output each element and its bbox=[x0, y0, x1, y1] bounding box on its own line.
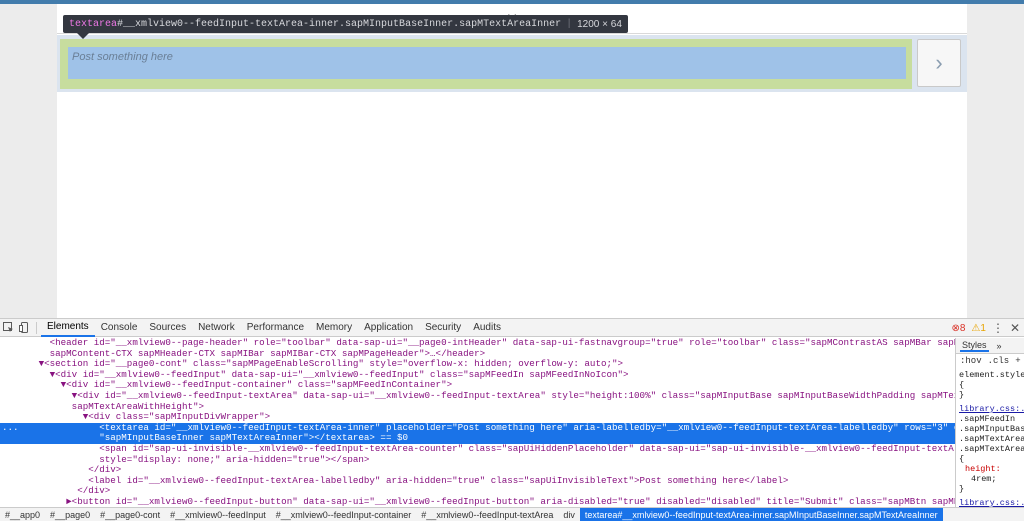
dom-node-text: ▼<div class="sapMInputDivWrapper"> bbox=[0, 411, 271, 423]
rule-source-link[interactable]: library.css:... bbox=[959, 404, 1024, 414]
devtools-tabbar: Elements Console Sources Network Perform… bbox=[0, 319, 1024, 337]
dom-node-text: style="display: none;" aria-hidden="true… bbox=[0, 453, 370, 465]
breadcrumb-item[interactable]: #__app0 bbox=[0, 508, 45, 521]
error-icon: ⊗ bbox=[951, 322, 960, 334]
page-content bbox=[57, 92, 967, 318]
app-shell: Title › bbox=[57, 4, 967, 318]
breadcrumb-item[interactable]: #__xmlview0--feedInput-textArea bbox=[416, 508, 558, 521]
dom-node-line[interactable]: style="display: none;" aria-hidden="true… bbox=[0, 453, 955, 466]
tab-console[interactable]: Console bbox=[95, 319, 144, 337]
hover-state-toggle[interactable]: :hov bbox=[960, 356, 982, 366]
tab-performance[interactable]: Performance bbox=[241, 319, 310, 337]
more-tabs-icon[interactable]: » bbox=[995, 341, 1004, 351]
chevron-right-icon: › bbox=[935, 50, 943, 75]
page-viewport: Title › textarea#__xmlview0--feedInput-t… bbox=[0, 0, 1024, 318]
dom-node-text: "sapMInputBaseInner sapMTextAreaInner"><… bbox=[0, 432, 408, 444]
class-toggle[interactable]: .cls bbox=[988, 356, 1010, 366]
new-rule-button[interactable]: + bbox=[1015, 356, 1020, 366]
dom-node-text: sapMTextAreaWithHeight"> bbox=[0, 400, 204, 412]
rule-selector: .sapMFeedIn .sapMInputBase .sapMTextArea… bbox=[959, 414, 1024, 464]
tab-memory[interactable]: Memory bbox=[310, 319, 358, 337]
css-property[interactable]: height: bbox=[959, 464, 1021, 474]
tooltip-selector: #__xmlview0--feedInput-textArea-inner.sa… bbox=[117, 18, 562, 30]
css-value[interactable]: 4rem; bbox=[959, 474, 1021, 484]
element-style-open: element.style { bbox=[959, 370, 1024, 390]
tooltip-tag: textarea bbox=[69, 18, 118, 30]
devtools-status: ⊗8 ⚠1 ⋮ ✕ bbox=[951, 319, 1020, 337]
styles-filter-bar: :hov .cls + bbox=[956, 354, 1024, 368]
feed-submit-button[interactable]: › bbox=[917, 39, 961, 87]
dom-node-text: <label id="__xmlview0--feedInput-textAre… bbox=[0, 474, 789, 486]
elements-tree: <header id="__xmlview0--page-header" rol… bbox=[0, 338, 955, 508]
dom-node-text: ▼<div id="__xmlview0--feedInput-containe… bbox=[0, 379, 453, 391]
breadcrumb-item[interactable]: div bbox=[558, 508, 580, 521]
dom-node-text: ►<button id="__xmlview0--feedInput-butto… bbox=[0, 495, 955, 507]
warning-badge[interactable]: ⚠1 bbox=[971, 323, 986, 334]
dom-node-text: <span id="sap-ui-invisible-__xmlview0--f… bbox=[0, 442, 955, 454]
tab-audits[interactable]: Audits bbox=[467, 319, 507, 337]
tab-styles[interactable]: Styles bbox=[960, 340, 989, 352]
tab-network[interactable]: Network bbox=[192, 319, 241, 337]
styles-pane: Styles » :hov .cls + element.style { } l… bbox=[955, 338, 1024, 508]
dom-node-text: ▼<div id="__xmlview0--feedInput" data-sa… bbox=[0, 368, 629, 380]
breadcrumb-item[interactable]: textarea#__xmlview0--feedInput-textArea-… bbox=[579, 508, 943, 521]
dom-node-line[interactable]: <label id="__xmlview0--feedInput-textAre… bbox=[0, 474, 955, 487]
warning-count: 1 bbox=[980, 322, 986, 334]
tabbar-divider bbox=[36, 321, 37, 334]
inspect-tooltip: textarea #__xmlview0--feedInput-textArea-… bbox=[63, 15, 628, 33]
feed-input: › bbox=[57, 35, 967, 92]
close-icon[interactable]: ✕ bbox=[1010, 321, 1020, 335]
tooltip-separator: | bbox=[566, 18, 573, 30]
feed-textarea[interactable] bbox=[68, 47, 906, 79]
more-options-icon[interactable]: ⋮ bbox=[992, 321, 1004, 335]
styles-tabbar: Styles » bbox=[956, 338, 1024, 354]
styles-body: element.style { } library.css:... .sapMF… bbox=[956, 368, 1024, 508]
tab-sources[interactable]: Sources bbox=[143, 319, 192, 337]
devtools-panel: Elements Console Sources Network Perform… bbox=[0, 318, 1024, 521]
error-count: 8 bbox=[959, 322, 966, 334]
breadcrumb: #__app0 #__page0 #__page0-cont #__xmlview0-… bbox=[0, 507, 1024, 521]
tab-security[interactable]: Security bbox=[419, 319, 467, 337]
tooltip-size: 1200 × 64 bbox=[577, 18, 622, 30]
breadcrumb-item[interactable]: #__page0-cont bbox=[95, 508, 165, 521]
error-badge[interactable]: ⊗8 bbox=[951, 323, 965, 334]
inspect-element-icon[interactable] bbox=[0, 319, 16, 337]
dom-node-text: ▼<section id="__page0-cont" class="sapMP… bbox=[0, 358, 624, 370]
element-style-close: } bbox=[959, 390, 965, 400]
dom-node-text: ▼<div id="__xmlview0--feedInput-textArea… bbox=[0, 389, 955, 401]
dom-node-text: sapMContent-CTX sapMHeader-CTX sapMIBar … bbox=[0, 347, 486, 359]
tab-application[interactable]: Application bbox=[358, 319, 419, 337]
rule-close: } bbox=[959, 484, 965, 494]
tooltip-arrow bbox=[77, 33, 89, 39]
tab-elements[interactable]: Elements bbox=[41, 319, 95, 337]
dom-node-text: <header id="__xmlview0--page-header" rol… bbox=[0, 338, 955, 348]
dom-node-text: </div> bbox=[0, 464, 122, 476]
breadcrumb-item[interactable]: #__page0 bbox=[45, 508, 95, 521]
breadcrumb-item[interactable]: #__xmlview0--feedInput bbox=[165, 508, 271, 521]
dom-node-text: </div> bbox=[0, 485, 111, 497]
breadcrumb-item[interactable]: #__xmlview0--feedInput-container bbox=[271, 508, 417, 521]
device-toolbar-icon[interactable] bbox=[16, 319, 32, 337]
dom-node-text: <textarea id="__xmlview0--feedInput-text… bbox=[0, 421, 955, 433]
